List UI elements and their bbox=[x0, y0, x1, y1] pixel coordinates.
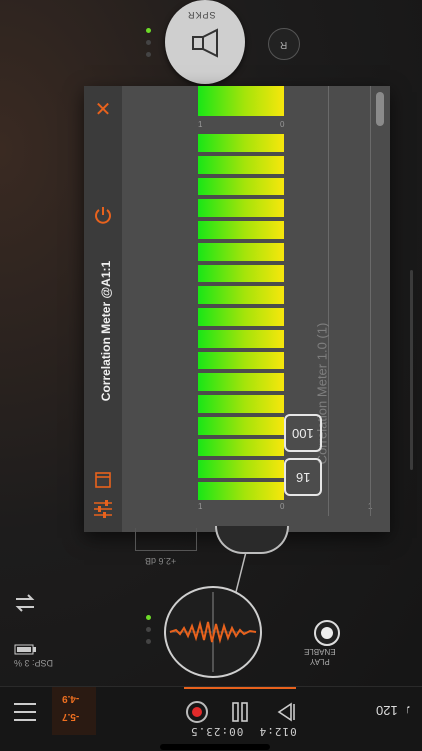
meter-area: 1 0 1 0 1 Correlation Meter 1.0 (1) 100 … bbox=[122, 86, 390, 532]
input-dot bbox=[146, 627, 151, 632]
meter-segment bbox=[198, 221, 284, 239]
meter-segment bbox=[198, 460, 284, 479]
panel-scrollbar[interactable] bbox=[376, 92, 384, 126]
close-icon[interactable]: ✕ bbox=[93, 100, 113, 120]
transport-bar: -4.9 -5.7 012:4 00:23.5 ♩120 bbox=[0, 686, 422, 751]
record-button[interactable] bbox=[186, 701, 208, 723]
level-right: -5.7 bbox=[62, 711, 80, 722]
input-knob[interactable] bbox=[215, 526, 289, 554]
pause-icon[interactable] bbox=[230, 701, 250, 723]
meter-segment bbox=[198, 286, 284, 305]
play-enable-toggle[interactable] bbox=[314, 620, 340, 646]
playhead-progress[interactable] bbox=[184, 687, 296, 689]
gain-label: +2.6 dB bbox=[145, 556, 177, 566]
meter-segment bbox=[198, 329, 284, 348]
input-dot-active bbox=[146, 615, 151, 620]
meter-segment bbox=[198, 438, 284, 457]
output-dot-active bbox=[146, 28, 151, 33]
speaker-output-knob[interactable]: SPKR bbox=[165, 0, 245, 84]
waveform-icon bbox=[169, 592, 257, 672]
tempo-label[interactable]: ♩120 bbox=[376, 703, 411, 718]
rewind-icon[interactable] bbox=[276, 701, 296, 723]
right-channel-button[interactable]: R bbox=[268, 28, 300, 60]
panel-title: Correlation Meter @A1:1 bbox=[99, 260, 113, 402]
scale-tick: 1 bbox=[198, 502, 203, 511]
scale-tick: 0 bbox=[280, 502, 285, 511]
level-left: -4.9 bbox=[62, 693, 80, 704]
resolution-16-button[interactable]: 16 bbox=[284, 458, 322, 496]
scale-tick: 0 bbox=[280, 120, 285, 129]
power-icon[interactable] bbox=[92, 204, 114, 226]
meter-segment bbox=[198, 177, 284, 196]
meter-segment bbox=[198, 308, 284, 326]
output-level-readout: -4.9 -5.7 bbox=[52, 687, 96, 735]
correlation-meter bbox=[198, 134, 284, 504]
meter-segment bbox=[198, 416, 284, 435]
meter-segment bbox=[198, 242, 284, 261]
meter-segment bbox=[198, 199, 284, 218]
gain-slot[interactable] bbox=[135, 528, 197, 551]
resolution-16-label: 16 bbox=[295, 470, 311, 485]
output-dot bbox=[146, 40, 151, 45]
panel-sidebar: ✕ Correlation Meter @A1:1 bbox=[84, 86, 122, 532]
time-readout: 012:4 00:23.5 bbox=[190, 725, 297, 738]
resolution-100-button[interactable]: 100 bbox=[284, 414, 322, 452]
page-scrollbar[interactable] bbox=[410, 270, 413, 470]
mixer-icon[interactable] bbox=[92, 498, 114, 520]
meter-segment bbox=[198, 395, 284, 413]
meter-top-segment bbox=[198, 86, 284, 116]
routing-icon[interactable] bbox=[12, 590, 38, 616]
meter-segment bbox=[198, 482, 284, 500]
meter-segment bbox=[198, 155, 284, 174]
battery-icon bbox=[14, 644, 36, 655]
meter-segment bbox=[198, 264, 284, 283]
preset-folder-icon[interactable] bbox=[93, 470, 113, 490]
resolution-100-label: 100 bbox=[292, 426, 314, 441]
play-enable-label: PLAY ENABLE bbox=[304, 647, 336, 666]
meter-segment bbox=[198, 373, 284, 392]
home-indicator bbox=[160, 744, 270, 750]
patch-cable bbox=[235, 552, 247, 592]
speaker-icon bbox=[192, 28, 218, 58]
meter-segment bbox=[198, 351, 284, 370]
plugin-panel: ✕ Correlation Meter @A1:1 1 0 1 0 1 Corr… bbox=[84, 86, 390, 532]
input-waveform-knob[interactable] bbox=[164, 586, 262, 678]
menu-icon[interactable] bbox=[12, 701, 38, 723]
scale-tick: 1 bbox=[198, 120, 203, 129]
input-dot bbox=[146, 639, 151, 644]
grid-line bbox=[370, 86, 371, 516]
speaker-label: SPKR bbox=[187, 10, 216, 20]
right-channel-label: R bbox=[280, 39, 288, 50]
output-dot bbox=[146, 52, 151, 57]
dsp-load-label: DSP: 3 % bbox=[14, 658, 54, 668]
meter-segment bbox=[198, 134, 284, 152]
